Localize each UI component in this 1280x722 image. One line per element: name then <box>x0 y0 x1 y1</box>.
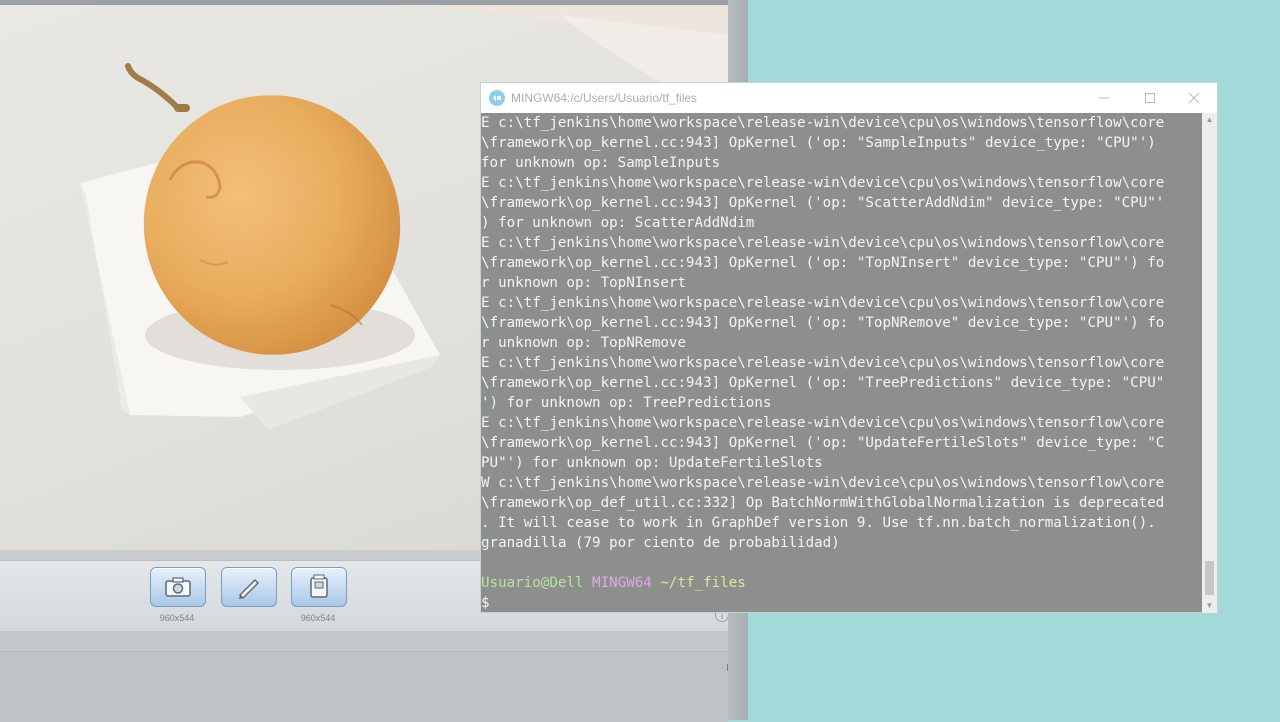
scroll-up-icon[interactable]: ▲ <box>1202 113 1217 127</box>
output-line: PU"') for unknown op: UpdateFertileSlots <box>481 455 823 471</box>
terminal-scrollbar[interactable]: ▲ ▼ <box>1202 113 1217 613</box>
output-line: \framework\op_kernel.cc:943] OpKernel ('… <box>481 255 1165 271</box>
terminal-title: MINGW64:/c/Users/Usuario/tf_files <box>511 91 698 105</box>
output-line: E c:\tf_jenkins\home\workspace\release-w… <box>481 175 1165 191</box>
maximize-button[interactable] <box>1127 83 1173 113</box>
terminal-titlebar[interactable]: MINGW64:/c/Users/Usuario/tf_files <box>481 83 1217 113</box>
output-line: r unknown op: TopNInsert <box>481 275 686 291</box>
terminal-output[interactable]: E c:\tf_jenkins\home\workspace\release-w… <box>481 113 1202 613</box>
mingw-icon <box>489 90 505 106</box>
output-line: E c:\tf_jenkins\home\workspace\release-w… <box>481 115 1165 131</box>
camera-resolution-label: 960x544 <box>159 613 195 623</box>
camera-mode-button[interactable] <box>150 567 206 607</box>
prompt-directory: ~/tf_files <box>660 575 746 591</box>
output-line: ') for unknown op: TreePredictions <box>481 395 772 411</box>
output-line: E c:\tf_jenkins\home\workspace\release-w… <box>481 235 1165 251</box>
video-mode-button[interactable] <box>291 567 347 607</box>
output-line: W c:\tf_jenkins\home\workspace\release-w… <box>481 475 1165 491</box>
output-line: E c:\tf_jenkins\home\workspace\release-w… <box>481 295 1165 311</box>
output-line: ) for unknown op: ScatterAddNdim <box>481 215 755 231</box>
minimize-icon <box>1099 97 1109 99</box>
prompt-symbol: $ <box>481 595 490 611</box>
output-line: \framework\op_kernel.cc:943] OpKernel ('… <box>481 195 1165 211</box>
edit-button[interactable] <box>221 567 277 607</box>
video-camera-icon <box>310 574 328 598</box>
output-line: . It will cease to work in GraphDef vers… <box>481 515 1156 531</box>
thumbnail-strip <box>0 651 728 722</box>
output-line: for unknown op: SampleInputs <box>481 155 721 171</box>
output-line: \framework\op_kernel.cc:943] OpKernel ('… <box>481 435 1165 451</box>
output-line: \framework\op_kernel.cc:943] OpKernel ('… <box>481 375 1165 391</box>
output-line: r unknown op: TopNRemove <box>481 335 686 351</box>
prompt-user: Usuario@Dell <box>481 575 584 591</box>
minimize-button[interactable] <box>1081 83 1127 113</box>
output-line: \framework\op_kernel.cc:943] OpKernel ('… <box>481 135 1156 151</box>
prompt-line: Usuario@Dell MINGW64 ~/tf_files <box>481 573 1202 593</box>
camera-icon <box>165 577 191 597</box>
terminal-window[interactable]: MINGW64:/c/Users/Usuario/tf_files E c:\t… <box>480 82 1218 613</box>
command-input-line[interactable]: $ <box>481 593 1202 613</box>
close-button[interactable] <box>1171 83 1217 113</box>
output-line: \framework\op_def_util.cc:332] Op BatchN… <box>481 495 1165 511</box>
output-line: E c:\tf_jenkins\home\workspace\release-w… <box>481 355 1165 371</box>
output-line: \framework\op_kernel.cc:943] OpKernel ('… <box>481 315 1165 331</box>
pen-icon <box>238 578 260 599</box>
prompt-system: MINGW64 <box>592 575 652 591</box>
scroll-down-icon[interactable]: ▼ <box>1202 599 1217 613</box>
video-resolution-label: 960x544 <box>300 613 336 623</box>
result-line: granadilla (79 por ciento de probabilida… <box>481 535 840 551</box>
output-line: E c:\tf_jenkins\home\workspace\release-w… <box>481 415 1165 431</box>
close-icon <box>1188 92 1200 104</box>
camera-bottom-panel <box>0 631 728 722</box>
maximize-icon <box>1145 93 1155 103</box>
scrollbar-thumb[interactable] <box>1205 561 1214 595</box>
